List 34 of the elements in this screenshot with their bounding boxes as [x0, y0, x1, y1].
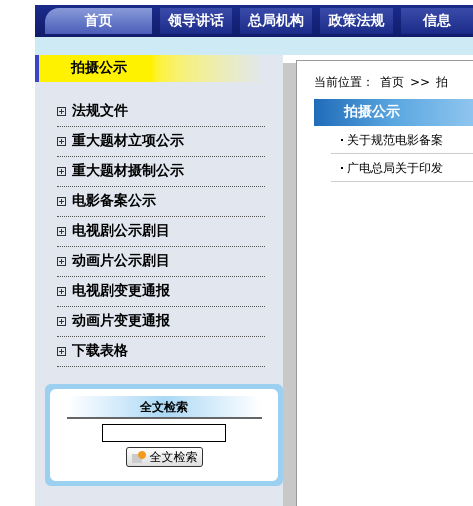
nav-tab[interactable]: 政策法规	[320, 8, 393, 34]
content-title: 拍摄公示	[314, 99, 473, 126]
sidebar-link[interactable]: 动画片变更通报	[72, 311, 170, 332]
sidebar-link[interactable]: 法规文件	[72, 101, 128, 122]
expand-icon[interactable]	[57, 347, 66, 356]
expand-icon[interactable]	[57, 287, 66, 296]
expand-icon[interactable]	[57, 137, 66, 146]
sidebar-link[interactable]: 电视剧变更通报	[72, 281, 170, 302]
expand-icon[interactable]	[57, 197, 66, 206]
nav-tab[interactable]: 信息	[400, 8, 473, 34]
breadcrumb-link[interactable]: 拍	[436, 73, 448, 91]
sidebar-link[interactable]: 电视剧公示剧目	[72, 221, 170, 242]
nav-tab[interactable]: 首页	[45, 8, 152, 34]
sidebar-link[interactable]: 重大题材立项公示	[72, 131, 184, 152]
expand-icon[interactable]	[57, 167, 66, 176]
sidebar-link[interactable]: 下载表格	[72, 341, 128, 362]
sidebar-link[interactable]: 电影备案公示	[72, 191, 156, 212]
search-title: 全文检索	[66, 396, 262, 419]
breadcrumb-separator: >>	[410, 74, 430, 91]
sidebar-title: 拍摄公示	[35, 55, 265, 82]
sidebar-link[interactable]: 重大题材摄制公示	[72, 161, 184, 182]
article-link[interactable]: 广电总局关于印发	[347, 158, 443, 176]
nav-tab[interactable]: 总局机构	[240, 8, 312, 34]
breadcrumb-label: 当前位置：	[314, 74, 374, 91]
article-link[interactable]: 关于规范电影备案	[347, 130, 443, 148]
expand-icon[interactable]	[57, 227, 66, 236]
search-button[interactable]: 全文检索	[126, 447, 202, 467]
search-field[interactable]	[102, 424, 226, 442]
breadcrumb-link[interactable]: 首页	[380, 73, 404, 91]
expand-icon[interactable]	[57, 107, 66, 116]
expand-icon[interactable]	[57, 257, 66, 266]
expand-icon[interactable]	[57, 317, 66, 326]
nav-tab[interactable]: 领导讲话	[160, 8, 232, 34]
sidebar-link[interactable]: 动画片公示剧目	[72, 251, 170, 272]
